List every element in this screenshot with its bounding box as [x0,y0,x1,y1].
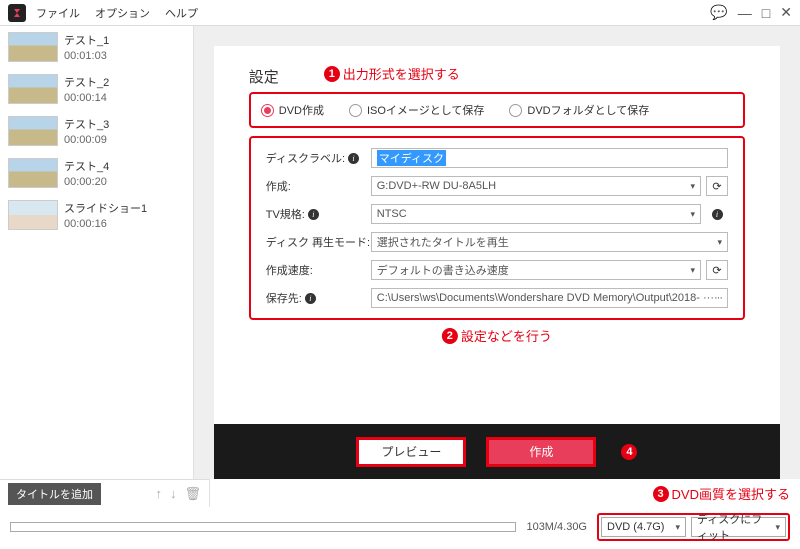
chevron-down-icon: ▾ [675,522,680,533]
clip-time: 00:00:14 [64,92,109,104]
info-icon[interactable]: i [308,209,319,220]
clip-name: テスト_4 [64,158,109,174]
close-icon[interactable]: ✕ [780,4,792,21]
annotation-2: 2設定などを行う [249,326,745,345]
create-label: 作成: [266,178,371,194]
saveto-input[interactable]: C:\Users\ws\Documents\Wondershare DVD Me… [371,288,728,308]
playmode-select[interactable]: 選択されたタイトルを再生▾ [371,232,728,252]
chevron-down-icon: ▾ [690,265,695,276]
menu-help[interactable]: ヘルプ [165,5,198,21]
preview-button[interactable]: プレビュー [356,437,466,467]
disc-label-label: ディスクラベル:i [266,150,371,166]
radio-icon [349,104,362,117]
info-icon[interactable]: i [348,153,359,164]
speed-label: 作成速度: [266,262,371,278]
info-icon[interactable]: i [305,293,316,304]
clip-name: テスト_3 [64,116,109,132]
chevron-down-icon: ▾ [690,181,695,192]
refresh-button[interactable]: ⟳ [706,176,728,196]
list-item[interactable]: スライドショー1 00:00:16 [0,194,193,236]
maximize-icon[interactable]: □ [762,5,770,21]
playmode-label: ディスク 再生モード: [266,234,371,250]
clip-name: テスト_2 [64,74,109,90]
quality-select[interactable]: ディスクにフィット▾ [691,517,786,537]
list-item[interactable]: テスト_4 00:00:20 [0,152,193,194]
annotation-3: 3DVD画質を選択する [653,484,790,503]
radio-icon [509,104,522,117]
minimize-icon[interactable]: — [738,5,752,21]
thumbnail [8,74,58,104]
radio-iso-save[interactable]: ISOイメージとして保存 [349,102,484,118]
clip-name: スライドショー1 [64,200,147,216]
thumbnail [8,32,58,62]
radio-dvd-create[interactable]: DVD作成 [261,102,324,118]
app-logo [8,4,26,22]
radio-dvd-folder[interactable]: DVDフォルダとして保存 [509,102,649,118]
delete-icon[interactable]: 🗑 [184,486,201,502]
browse-icon: ··· [714,292,722,304]
disc-label-input[interactable]: マイディスク [371,148,728,168]
feedback-icon[interactable]: 💬 [710,4,727,21]
create-select[interactable]: G:DVD+-RW DU-8A5LH▾ [371,176,701,196]
list-item[interactable]: テスト_1 00:01:03 [0,26,193,68]
move-up-icon[interactable]: ↑ [155,486,162,502]
thumbnail [8,116,58,146]
thumbnail [8,200,58,230]
refresh-icon: ⟳ [712,180,721,193]
move-down-icon[interactable]: ↓ [170,486,177,502]
tv-select[interactable]: NTSC▾ [371,204,701,224]
list-item[interactable]: テスト_2 00:00:14 [0,68,193,110]
clip-time: 00:00:20 [64,176,109,188]
clip-name: テスト_1 [64,32,109,48]
thumbnail [8,158,58,188]
disc-type-select[interactable]: DVD (4.7G)▾ [601,517,686,537]
clip-time: 00:00:16 [64,218,147,230]
progress-bar [10,522,516,532]
speed-select[interactable]: デフォルトの書き込み速度▾ [371,260,701,280]
annotation-4-badge: 4 [621,444,637,460]
chevron-down-icon: ▾ [717,237,722,248]
clip-time: 00:01:03 [64,50,109,62]
create-button[interactable]: 作成 [486,437,596,467]
tv-label: TV規格:i [266,206,371,222]
refresh-icon: ⟳ [712,264,721,277]
chevron-down-icon: ▾ [775,522,780,533]
chevron-down-icon: ▾ [690,209,695,220]
radio-icon [261,104,274,117]
saveto-label: 保存先:i [266,290,371,306]
annotation-1: 1出力形式を選択する [324,64,460,83]
size-label: 103M/4.30G [526,521,587,533]
menu-options[interactable]: オプション [95,5,150,21]
info-icon[interactable]: i [712,209,723,220]
refresh-button[interactable]: ⟳ [706,260,728,280]
list-item[interactable]: テスト_3 00:00:09 [0,110,193,152]
menu-file[interactable]: ファイル [36,5,80,21]
add-title-button[interactable]: タイトルを追加 [8,483,101,505]
clip-time: 00:00:09 [64,134,109,146]
